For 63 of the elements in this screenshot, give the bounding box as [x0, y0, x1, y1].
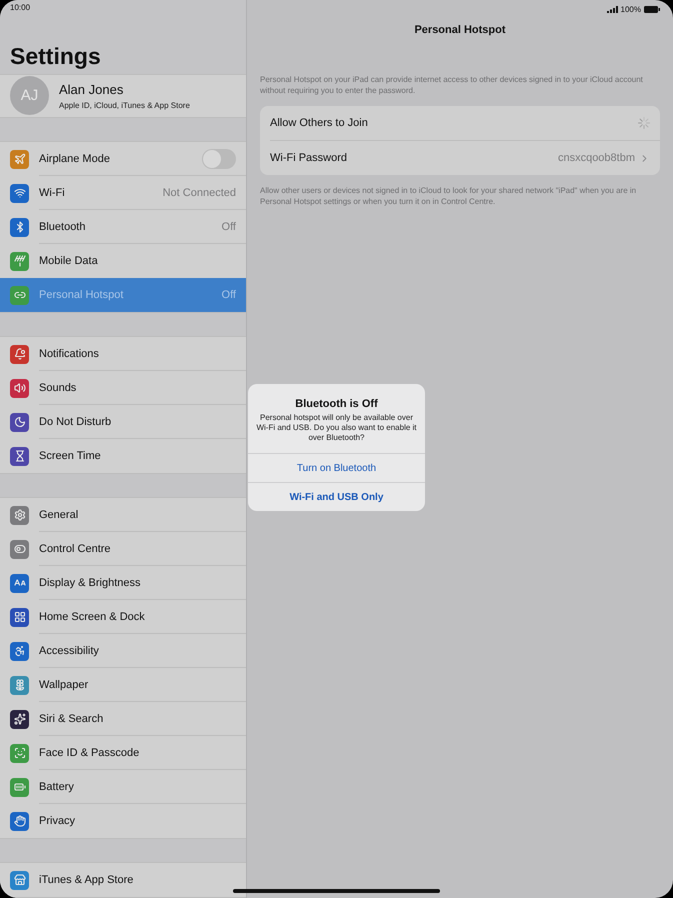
item-label: General: [39, 508, 78, 520]
profile-name: Alan Jones: [59, 82, 124, 97]
item-label: Mobile Data: [39, 255, 98, 267]
item-label: Notifications: [39, 348, 99, 360]
toggle-switch[interactable]: [202, 148, 236, 168]
item-label: Battery: [39, 780, 74, 792]
item-label: Face ID & Passcode: [39, 746, 140, 758]
item-label: Personal Hotspot: [39, 289, 124, 301]
sidebar-item[interactable]: iTunes & App Store: [0, 863, 246, 897]
item-label: Control Centre: [39, 542, 111, 554]
sidebar-item[interactable]: Battery: [0, 770, 246, 804]
sidebar-item[interactable]: Mobile Data: [0, 244, 246, 278]
item-label: Airplane Mode: [39, 152, 110, 164]
status-time: 10:00: [10, 2, 30, 12]
sidebar-item[interactable]: Screen Time: [0, 439, 246, 473]
sidebar-item[interactable]: Airplane Mode: [0, 142, 246, 176]
battery-percentage: 100%: [620, 4, 641, 14]
sidebar-item[interactable]: Do Not Disturb: [0, 405, 246, 439]
row-value: Off: [222, 289, 236, 301]
item-label: Screen Time: [39, 450, 101, 462]
sidebar-item[interactable]: Sounds: [0, 371, 246, 405]
profile-subtitle: Apple ID, iCloud, iTunes & App Store: [59, 100, 190, 110]
sidebar-item[interactable]: Siri & Search: [0, 702, 246, 736]
sidebar-item[interactable]: Accessibility: [0, 634, 246, 668]
spinner-icon: [638, 117, 650, 129]
sidebar-item[interactable]: Control Centre: [0, 532, 246, 566]
sidebar-item[interactable]: Display & Brightness: [0, 566, 246, 600]
profile-row[interactable]: AJ Alan Jones Apple ID, iCloud, iTunes & App Store: [0, 74, 246, 118]
sidebar-item[interactable]: Bluetooth Off: [0, 210, 246, 244]
row-label: Wi-Fi Password: [270, 152, 348, 164]
sidebar-item[interactable]: Wi-Fi Not Connected: [0, 176, 246, 210]
sidebar-item[interactable]: Home Screen & Dock: [0, 600, 246, 634]
sidebar-item[interactable]: General: [0, 498, 246, 532]
row-value: cnsxcqoob8tbm: [558, 152, 635, 164]
item-label: Wallpaper: [39, 678, 88, 690]
page-title: Personal Hotspot: [413, 24, 507, 36]
alert-message: Personal hotspot will only be available over Wi-Fi and USB. Do you also want to enable it over Bluetooth?: [256, 413, 417, 443]
footer-text: Allow other users or devices not signed in to iCloud to look for your shared network "iPad" when you are in Personal Hotspot settings or when you turn it on in Control Centre.: [260, 185, 638, 207]
item-label: iTunes & App Store: [39, 874, 134, 886]
sidebar-title: Settings: [10, 42, 102, 70]
item-label: Display & Brightness: [39, 576, 140, 588]
row-value: Off: [222, 220, 236, 232]
item-label: Do Not Disturb: [39, 416, 112, 428]
sidebar-item[interactable]: Wallpaper: [0, 668, 246, 702]
item-label: Home Screen & Dock: [39, 610, 145, 622]
intro-text: Personal Hotspot on your iPad can provide internet access to other devices signed in to your iCloud account without requiring you to enter the password.: [260, 74, 644, 96]
signal-icon: [606, 6, 618, 12]
row-value: Not Connected: [162, 186, 236, 198]
alert-title: Bluetooth is Off: [294, 398, 379, 410]
avatar: AJ: [10, 76, 49, 116]
item-label: Sounds: [39, 382, 76, 394]
alert-button[interactable]: Wi-Fi and USB Only: [248, 482, 425, 511]
item-label: Accessibility: [39, 644, 99, 656]
battery-icon: [644, 6, 660, 12]
item-label: Privacy: [39, 815, 76, 827]
sidebar-item[interactable]: Privacy: [0, 804, 246, 838]
sidebar-item[interactable]: Face ID & Passcode: [0, 736, 246, 770]
sidebar-item[interactable]: Notifications: [0, 337, 246, 371]
item-label: Wi-Fi: [39, 186, 65, 198]
item-label: Siri & Search: [39, 712, 104, 724]
row-label: Allow Others to Join: [270, 117, 368, 129]
item-label: Bluetooth: [39, 220, 86, 232]
alert-button[interactable]: Turn on Bluetooth: [248, 453, 425, 482]
